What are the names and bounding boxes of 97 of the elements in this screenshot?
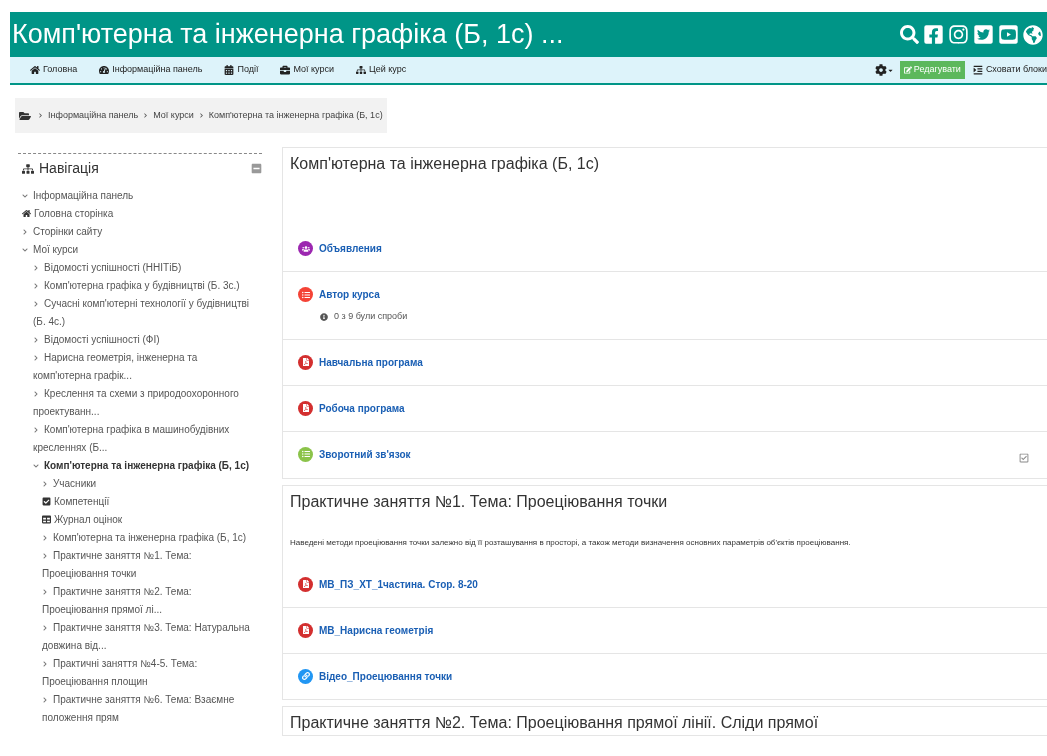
nav-link[interactable]: Події [224,63,259,77]
chevron-right-icon[interactable] [33,391,39,398]
youtube-icon[interactable] [998,24,1019,45]
activity-link[interactable]: МВ_ПЗ_ХТ_1частина. Стор. 8-20 [319,576,478,592]
chevron-right-icon[interactable] [33,427,39,434]
chevron-right-icon[interactable] [42,661,48,668]
chevron-right-icon[interactable] [33,301,39,308]
nav-tree-item[interactable]: Практичне заняття №2. Тема: Проеціювання прямої лі... [0,583,262,619]
nav-tree-item[interactable]: Мої курси [0,241,262,259]
home-icon [30,65,40,75]
briefcase-icon [280,65,291,75]
people-icon [298,241,313,256]
table-icon [42,515,51,524]
nav-tree-item[interactable]: Журнал оцінок [0,511,262,529]
nav-tree-item[interactable]: Практичне заняття №1. Тема: Проеціювання точки [0,547,262,583]
folder-icon[interactable] [19,109,31,122]
nav-tree-item[interactable]: Комп'ютерна графіка у будівництві (Б. 3с.) [0,277,262,295]
chevron-right-icon[interactable] [42,553,48,560]
attempts-info: 0 з 9 були спроби [334,310,408,323]
breadcrumb-link[interactable]: Мої курси [153,108,194,123]
chevron-down-icon[interactable] [33,463,39,470]
completion-checkbox[interactable] [1019,452,1029,463]
nav-link[interactable]: Мої курси [280,63,335,77]
nav-tree-item[interactable]: Відомості успішності (ФІ) [0,331,262,349]
chevron-right-icon[interactable] [33,283,39,290]
section-title: Комп'ютерна та інженерна графіка (Б, 1с) [290,155,599,172]
home-icon [22,209,31,218]
list-icon [298,287,313,302]
nav-link[interactable]: Інформаційна панель [99,63,203,77]
pdf-file-icon [298,622,313,638]
pdf-file-icon [298,400,313,416]
chevron-right-icon[interactable] [42,481,48,488]
course-title: Комп'ютерна та інженерна графіка (Б, 1с) ... [12,18,565,52]
chevron-down-icon[interactable] [22,193,28,200]
nav-link[interactable]: Головна [30,63,78,77]
calendar-icon [224,65,235,75]
activity-link[interactable]: Зворотний зв'язок [319,446,411,462]
twitter-icon[interactable] [973,24,994,45]
sitemap-icon [22,162,34,175]
breadcrumb-link[interactable]: Інформаційна панель [48,108,139,123]
chevron-right-icon [143,113,149,118]
activity-link[interactable]: Робоча програма [319,400,405,416]
hide-blocks-button[interactable]: Сховати блоки [972,63,1047,77]
block-title: Навігація [39,159,99,178]
section-summary: Наведені методи проеціювання точки залежно від її розташування в просторі, а також методи визначення основних параметрів об'єктів проеціювання. [290,537,851,547]
info-icon [320,312,328,321]
gauge-icon [99,65,110,75]
activity-link[interactable]: Відео_Проецювання точки [319,668,453,684]
list-icon [298,446,313,462]
nav-link[interactable]: Цей курс [356,63,407,77]
nav-tree-item[interactable]: Інформаційна панель [0,187,262,205]
nav-tree-item[interactable]: Комп'ютерна графіка в машинобудівних кресленнях (Б... [0,421,262,457]
indent-icon [972,65,983,75]
activity-link[interactable]: Автор курса [319,287,380,302]
activity-link[interactable]: Навчальна програма [319,354,423,370]
chevron-right-icon [198,113,204,118]
nav-tree-item[interactable]: Практичне заняття №6. Тема: Взаємне положення прям [0,691,262,727]
activity-link[interactable]: МВ_Нарисна геометрія [319,622,434,638]
nav-tree-item[interactable]: Практичне заняття №3. Тема: Натуральна довжина від... [0,619,262,655]
instagram-icon[interactable] [948,24,969,45]
chevron-down-icon[interactable] [22,247,28,254]
globe-icon[interactable] [1023,24,1043,45]
nav-tree-item[interactable]: Комп'ютерна та інженерна графіка (Б, 1с) [0,457,262,475]
chevron-right-icon[interactable] [22,229,28,236]
pdf-file-icon [298,576,313,592]
section-title: Практичне заняття №1. Тема: Проеціювання точки [290,492,668,510]
nav-tree-item[interactable]: Креслення та схеми з природоохоронного проектуванн... [0,385,262,421]
nav-tree-item[interactable]: Нарисна геометрія, інженерна та комп'ютерна графік... [0,349,262,385]
chevron-right-icon[interactable] [42,535,48,542]
chevron-right-icon[interactable] [42,589,48,596]
nav-tree-item[interactable]: Учасники [0,475,262,493]
nav-tree-item[interactable]: Сторінки сайту [0,223,262,241]
edit-icon [903,66,912,74]
collapse-icon[interactable] [251,163,262,174]
nav-tree-item[interactable]: Сучасні комп'ютерні технології у будівництві (Б. 4с.) [0,295,262,331]
chevron-right-icon [38,113,43,118]
chevron-right-icon[interactable] [42,625,48,632]
breadcrumb-link[interactable]: Комп'ютерна та інженерна графіка (Б, 1с) [208,108,383,123]
nav-tree-item[interactable]: Компетенції [0,493,262,511]
nav-tree-item[interactable]: Головна сторінка [0,205,262,223]
chevron-right-icon[interactable] [33,337,39,344]
chevron-right-icon[interactable] [42,697,48,704]
search-icon[interactable] [900,25,919,44]
pdf-file-icon [298,354,313,370]
nav-tree-item[interactable]: Комп'ютерна та інженерна графіка (Б, 1с) [0,529,262,547]
sitemap-icon [356,65,367,75]
checkbox-icon [42,497,51,506]
chevron-right-icon[interactable] [33,265,39,272]
chevron-right-icon[interactable] [33,355,39,362]
link-icon [298,668,313,684]
nav-tree-item[interactable]: Практичні заняття №4-5. Тема: Проеціювання площин [0,655,262,691]
nav-tree-item[interactable]: Відомості успішності (ННІТіБ) [0,259,262,277]
section-title: Практичне заняття №2. Тема: Проеціювання прямої лінії. Сліди прямої [290,713,819,731]
facebook-icon[interactable] [923,24,944,45]
settings-menu[interactable] [874,64,894,76]
activity-link[interactable]: Объявления [319,241,382,256]
gear-icon [874,64,887,76]
